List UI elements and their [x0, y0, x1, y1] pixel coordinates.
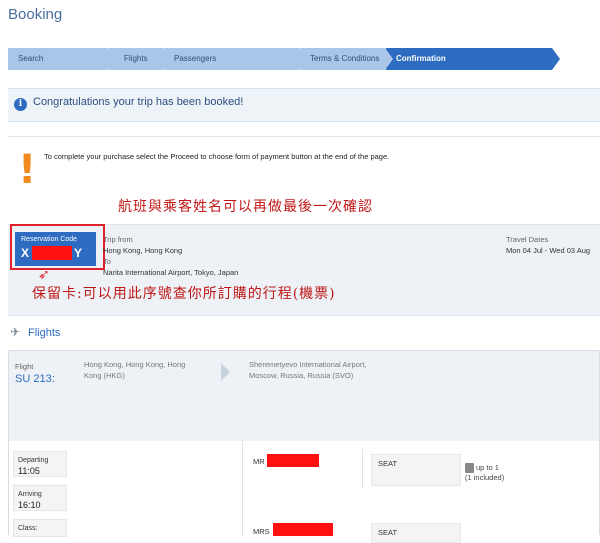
seat-box[interactable]: SEAT — [371, 523, 461, 543]
departing-box: Departing 11:05 — [13, 451, 67, 477]
annotation-top: 航班與乘客姓名可以再做最後一次確認 — [118, 199, 373, 215]
departing-label: Departing — [18, 457, 49, 464]
reservation-code-badge: Reservation Code X Y — [15, 232, 96, 266]
step-search[interactable]: Search — [8, 48, 115, 70]
step-flights[interactable]: Flights — [108, 48, 171, 70]
flight-destination: Sheremetyevo International Airport, Mosc… — [249, 360, 367, 380]
route-arrow-icon — [221, 363, 230, 381]
arriving-label: Arriving — [18, 491, 42, 498]
step-label: Terms & Conditions — [310, 54, 380, 63]
departing-time: 11:05 — [18, 466, 40, 476]
arriving-time: 16:10 — [18, 500, 41, 510]
step-label: Search — [18, 54, 44, 63]
flight-card: Flight SU 213: Hong Kong, Hong Kong, Hon… — [8, 350, 600, 543]
info-icon: i — [14, 98, 27, 111]
travel-dates-value: Mon 04 Jul - Wed 03 Aug — [506, 246, 591, 255]
redaction-bar — [32, 246, 72, 260]
class-box: Class: — [13, 519, 67, 537]
class-label: Class: — [18, 525, 38, 532]
baggage-icon — [465, 463, 474, 474]
seat-label: SEAT — [378, 459, 398, 468]
notice-text: To complete your purchase select the Pro… — [44, 152, 390, 161]
passenger-title: MR — [253, 457, 265, 466]
baggage-amount: up to 1 — [476, 463, 499, 472]
step-label: Flights — [124, 54, 148, 63]
divider — [242, 441, 243, 536]
step-passengers[interactable]: Passengers — [164, 48, 307, 70]
flights-section-header: ✈ Flights — [10, 325, 60, 339]
step-confirmation[interactable]: Confirmation — [386, 48, 560, 70]
travel-dates: Travel Dates Mon 04 Jul - Wed 03 Aug — [506, 234, 590, 256]
flight-route: Flight SU 213: Hong Kong, Hong Kong, Hon… — [9, 351, 599, 441]
trip-from-label: Trip from — [103, 235, 133, 244]
seat-label: SEAT — [378, 528, 398, 537]
seat-box[interactable]: SEAT — [371, 454, 461, 486]
step-label: Passengers — [174, 54, 217, 63]
success-message: Congratulations your trip has been booke… — [33, 96, 244, 108]
divider — [362, 449, 363, 489]
arriving-box: Arriving 16:10 — [13, 485, 67, 511]
annotation-bottom: 保留卡:可以用此序號查你所訂購的行程(機票) — [32, 286, 336, 302]
trip-to-label: To — [103, 257, 111, 266]
baggage-allowance: up to 1 (1 included) — [465, 463, 504, 483]
flight-number: SU 213: — [15, 373, 55, 385]
baggage-note: (1 included) — [465, 473, 505, 483]
success-banner: i Congratulations your trip has been boo… — [8, 88, 600, 122]
reservation-code-end: Y — [74, 246, 84, 260]
redaction-bar — [267, 454, 319, 467]
redaction-bar — [273, 523, 333, 536]
page-title: Booking — [8, 6, 63, 23]
flight-label: Flight — [15, 362, 34, 371]
travel-dates-label: Travel Dates — [506, 235, 549, 244]
flight-origin: Hong Kong, Hong Kong, Hong Kong (HKG) — [84, 360, 186, 380]
step-label: Confirmation — [396, 54, 446, 63]
annotation-arrow-icon: ➶ — [38, 266, 50, 282]
step-terms[interactable]: Terms & Conditions — [300, 48, 393, 70]
flight-details: Departing 11:05 Arriving 16:10 Class: MR… — [9, 441, 599, 543]
trip-to: Narita International Airport, Tokyo, Jap… — [103, 268, 239, 277]
booking-steps: Search Flights Passengers Terms & Condit… — [8, 48, 568, 70]
airplane-icon: ✈ — [10, 325, 21, 339]
warning-icon: ! — [18, 147, 37, 193]
flights-section-label: Flights — [28, 327, 61, 339]
trip-summary: Trip from Hong Kong, Hong Kong To Narita… — [103, 234, 238, 278]
reservation-code-start: X — [21, 246, 31, 260]
reservation-code-label: Reservation Code — [21, 236, 78, 243]
trip-from: Hong Kong, Hong Kong — [103, 246, 183, 255]
